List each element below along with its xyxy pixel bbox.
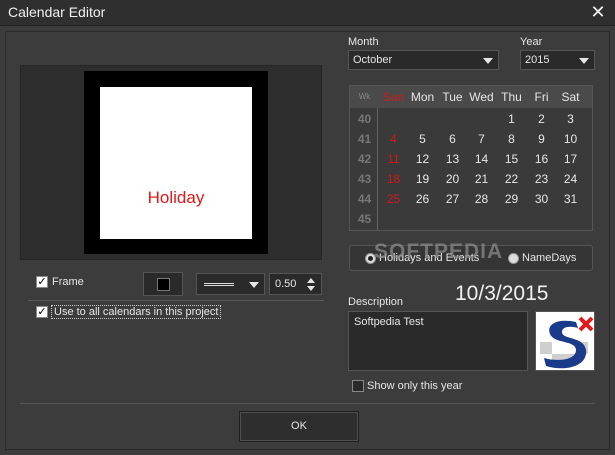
calendar-day[interactable]: 12 [408,149,437,169]
calendar-day[interactable]: 19 [408,169,437,189]
selected-date: 10/3/2015 [455,282,549,305]
weekday-header-mon: Mon [410,90,435,104]
month-calendar: Wk Sun Mon Tue Wed Thu Fri Sat 40 1 2 3 41 4 5 6 7 8 9 10 42… [349,85,593,231]
watermark: SOFTPEDIA [374,240,504,263]
calendar-day[interactable]: 1 [497,109,526,129]
ok-button[interactable]: OK [239,411,359,442]
line-style-select[interactable] [196,273,265,295]
calendar-day[interactable]: 17 [556,149,585,169]
calendar-day[interactable]: 2 [527,109,556,129]
show-only-year-checkbox[interactable] [352,380,364,392]
frame-color-button[interactable] [143,272,183,296]
spin-up-icon[interactable] [307,278,315,283]
double-line-icon [204,283,234,286]
calendar-day[interactable]: 22 [497,169,526,189]
calendar-day[interactable]: 29 [497,189,526,209]
week-number: 40 [357,112,372,126]
calendar-day[interactable]: 14 [467,149,496,169]
check-icon: ✓ [37,306,47,318]
calendar-day[interactable]: 20 [438,169,467,189]
calendar-day[interactable]: 31 [556,189,585,209]
calendar-day[interactable]: 27 [438,189,467,209]
chevron-down-icon [579,58,589,64]
week-number: 41 [357,132,372,146]
calendar-day[interactable]: 16 [527,149,556,169]
calendar-day[interactable]: 9 [527,129,556,149]
preview-page: Holiday [100,87,252,239]
softpedia-logo-icon [535,311,595,371]
calendar-day[interactable]: 28 [467,189,496,209]
frame-color-swatch [157,278,170,291]
calendar-day[interactable]: 26 [408,189,437,209]
check-icon: ✓ [37,276,47,288]
chevron-down-icon [249,282,259,288]
calendar-day[interactable]: 30 [527,189,556,209]
calendar-day[interactable]: 25 [379,189,408,209]
week-column-header: Wk [358,92,371,101]
frame-label: Frame [52,276,84,288]
description-label: Description [348,296,404,308]
calendar-day[interactable]: 4 [379,129,408,149]
radio-dot [368,256,373,261]
weekday-header-sun: Sun [382,90,405,104]
use-all-label: Use to all calendars in this project [51,305,222,319]
calendar-day[interactable]: 24 [556,169,585,189]
logo-graphic [536,312,594,370]
week-number: 43 [357,172,372,186]
month-label: Month [348,36,379,48]
show-only-year-label: Show only this year [367,380,463,392]
radio-namedays[interactable] [508,253,519,264]
frame-width-value: 0.50 [275,278,297,290]
spin-down-icon[interactable] [307,286,315,291]
radio-namedays-label: NameDays [522,252,577,264]
year-select[interactable]: 2015 [520,50,595,70]
chevron-down-icon [483,58,493,64]
title-bar: Calendar Editor ✕ [0,0,615,26]
week-number: 42 [357,152,372,166]
week-number: 44 [357,192,372,206]
calendar-day[interactable]: 11 [379,149,408,169]
weekday-header-fri: Fri [534,90,549,104]
calendar-day[interactable]: 5 [408,129,437,149]
preview-frame: Holiday [84,71,268,254]
weekday-header-thu: Thu [501,90,522,104]
calendar-day[interactable]: 6 [438,129,467,149]
calendar-day[interactable]: 18 [379,169,408,189]
year-value: 2015 [525,54,550,66]
calendar-day[interactable]: 10 [556,129,585,149]
bottom-divider [20,403,595,404]
weekday-header-wed: Wed [469,90,494,104]
description-textarea[interactable]: Softpedia Test [348,311,528,371]
calendar-day[interactable]: 23 [527,169,556,189]
calendar-day[interactable]: 8 [497,129,526,149]
week-number: 45 [357,212,372,226]
calendar-day[interactable]: 7 [467,129,496,149]
calendar-day[interactable]: 21 [467,169,496,189]
weekday-header-sat: Sat [561,90,580,104]
calendar-day[interactable]: 3 [556,109,585,129]
close-icon[interactable]: ✕ [589,3,607,21]
use-all-checkbox[interactable]: ✓ [36,306,48,318]
month-value: October [353,54,393,66]
frame-checkbox[interactable]: ✓ [36,276,48,288]
calendar-day[interactable]: 13 [438,149,467,169]
divider [28,300,324,301]
year-label: Year [520,36,543,48]
weekday-header-tue: Tue [442,90,463,104]
frame-width-stepper[interactable]: 0.50 [269,273,322,295]
preview-holiday-text: Holiday [147,188,205,207]
calendar-preview: Holiday [20,65,322,260]
window-title: Calendar Editor [8,4,106,20]
month-select[interactable]: October [348,50,499,70]
calendar-day[interactable]: 15 [497,149,526,169]
